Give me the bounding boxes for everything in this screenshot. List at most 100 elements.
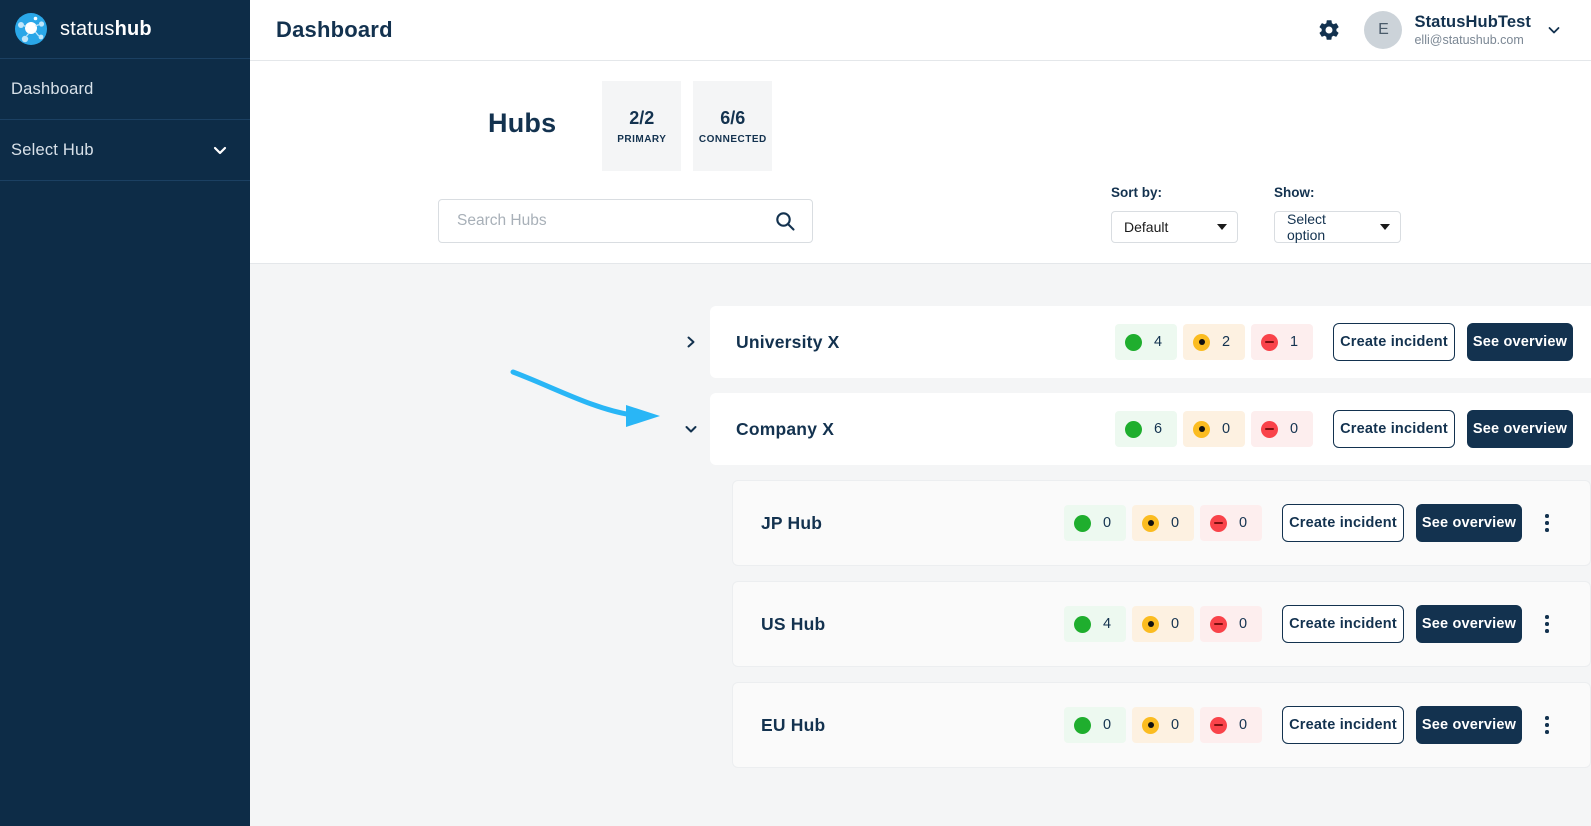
filter-label: Sort by: [1111,185,1163,200]
stat-value: 6/6 [720,107,746,128]
sidebar-item-label: Dashboard [11,79,94,98]
filter-label: Show: [1274,185,1315,200]
status-ok-icon [1074,514,1091,532]
status-badge-warning: 0 [1132,606,1194,642]
sidebar: statushub Dashboard Select Hub [0,0,250,826]
search-icon[interactable] [774,210,796,232]
hub-row-parent: Company X 6 0 0 Create incident See over… [250,393,1591,465]
filter-sort-by: Sort by: Default [1111,185,1238,243]
stat-value: 2/2 [629,107,655,128]
more-vertical-icon[interactable] [1585,327,1591,357]
hub-stats: 2/2 PRIMARY 6/6 CONNECTED [602,81,773,171]
gear-icon[interactable] [1316,17,1342,43]
see-overview-button[interactable]: See overview [1416,706,1522,744]
hub-name: US Hub [761,613,826,634]
chevron-down-icon [1217,224,1227,230]
hub-name: Company X [736,418,835,439]
status-count: 0 [1290,421,1299,437]
app-root: statushub Dashboard Select Hub Dashboard [0,0,1591,826]
status-error-icon [1210,615,1227,633]
main-area: Dashboard E StatusHubTest elli@statushub… [250,0,1591,826]
sort-by-select[interactable]: Default [1111,211,1238,243]
hub-card[interactable]: JP Hub 0 0 0 Create incident See overvie… [732,480,1591,566]
more-vertical-icon[interactable] [1534,508,1560,538]
status-badge-warning: 2 [1183,324,1245,360]
status-warning-icon [1142,514,1159,532]
see-overview-button[interactable]: See overview [1416,605,1522,643]
status-badge-operational: 0 [1064,505,1126,541]
status-count: 2 [1222,334,1231,350]
status-badge-operational: 6 [1115,411,1177,447]
status-count: 0 [1103,515,1112,531]
status-ok-icon [1125,333,1142,351]
see-overview-button[interactable]: See overview [1467,323,1573,361]
status-badge-warning: 0 [1132,505,1194,541]
status-badge-error: 0 [1200,707,1262,743]
search-hubs-container[interactable] [438,199,813,243]
status-error-icon [1261,333,1278,351]
status-badges: 0 0 0 [1064,707,1262,743]
create-incident-button[interactable]: Create incident [1282,706,1404,744]
expand-toggle-university-x[interactable] [680,335,702,349]
hub-card[interactable]: University X 4 2 1 Create incident See o… [710,306,1591,378]
chevron-down-icon [1380,224,1390,230]
status-count: 0 [1239,515,1248,531]
see-overview-button[interactable]: See overview [1416,504,1522,542]
user-name: StatusHubTest [1414,12,1531,31]
show-select[interactable]: Select option [1274,211,1401,243]
create-incident-button[interactable]: Create incident [1282,605,1404,643]
stat-card-connected: 6/6 CONNECTED [693,81,773,171]
filter-show: Show: Select option [1274,185,1401,243]
stat-label: PRIMARY [617,133,667,145]
hub-row-parent: University X 4 2 1 Create incident See o… [250,306,1591,378]
user-menu[interactable]: E StatusHubTest elli@statushub.com [1364,11,1563,49]
row-actions: Create incident See overview [1282,504,1560,542]
brand-text-bold: hub [114,17,152,40]
hub-list-area: University X 4 2 1 Create incident See o… [250,263,1591,826]
row-actions: Create incident See overview [1282,605,1560,643]
status-error-icon [1261,420,1278,438]
statushub-logo-icon [14,12,48,46]
chevron-down-icon [210,140,230,160]
status-badge-error: 0 [1200,606,1262,642]
create-incident-button[interactable]: Create incident [1333,410,1455,448]
create-incident-button[interactable]: Create incident [1282,504,1404,542]
status-badge-warning: 0 [1183,411,1245,447]
hub-card[interactable]: EU Hub 0 0 0 Create incident See overvie… [732,682,1591,768]
hub-row-child: US Hub 4 0 0 Create incident See overvie… [250,581,1591,667]
more-vertical-icon[interactable] [1534,609,1560,639]
status-badge-operational: 4 [1115,324,1177,360]
avatar: E [1364,11,1403,49]
search-input[interactable] [457,212,774,230]
user-email: elli@statushub.com [1414,32,1524,47]
topbar: Dashboard E StatusHubTest elli@statushub… [250,0,1591,61]
show-value: Select option [1287,211,1326,243]
expand-toggle-company-x[interactable] [680,421,702,437]
more-vertical-icon[interactable] [1534,710,1560,740]
brand-text: statushub [60,18,152,41]
status-count: 4 [1154,334,1163,350]
status-badges: 4 2 1 [1115,324,1313,360]
hub-card[interactable]: Company X 6 0 0 Create incident See over… [710,393,1591,465]
see-overview-button[interactable]: See overview [1467,410,1573,448]
stat-card-primary: 2/2 PRIMARY [602,81,682,171]
hub-name: JP Hub [761,512,823,533]
status-warning-icon [1193,333,1210,351]
more-vertical-icon[interactable] [1585,414,1591,444]
hubs-controls: Sort by: Default Show: Select option [250,171,1591,263]
status-badge-warning: 0 [1132,707,1194,743]
status-badge-error: 0 [1200,505,1262,541]
topbar-right: E StatusHubTest elli@statushub.com [1316,11,1563,49]
hub-card[interactable]: US Hub 4 0 0 Create incident See overvie… [732,581,1591,667]
status-count: 0 [1239,717,1248,733]
status-count: 0 [1222,421,1231,437]
status-badge-error: 1 [1251,324,1313,360]
sidebar-item-select-hub[interactable]: Select Hub [0,120,250,180]
sidebar-item-dashboard[interactable]: Dashboard [0,59,250,119]
create-incident-button[interactable]: Create incident [1333,323,1455,361]
status-badges: 0 0 0 [1064,505,1262,541]
status-warning-icon [1142,615,1159,633]
sort-by-value: Default [1124,219,1169,235]
brand-logo[interactable]: statushub [0,0,250,58]
sidebar-item-label: Select Hub [11,140,94,159]
